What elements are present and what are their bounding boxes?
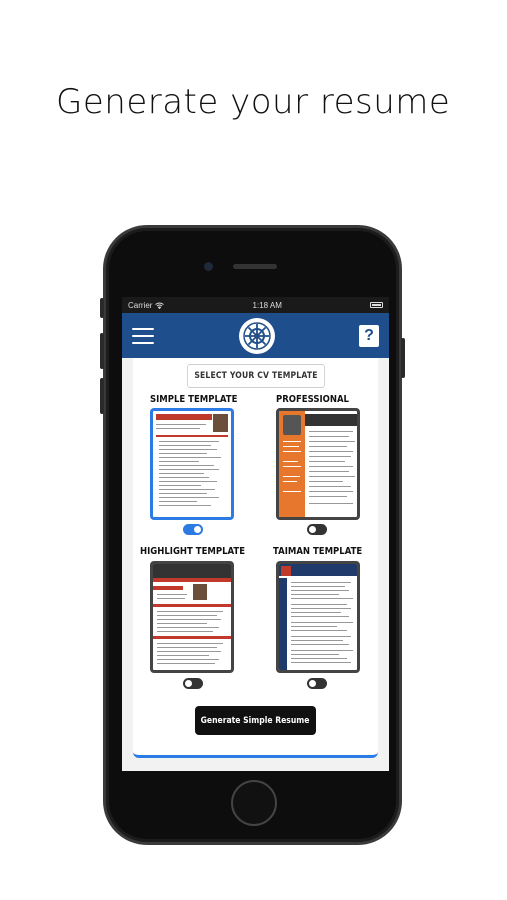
- volume-down-button: [100, 378, 104, 414]
- help-question-icon[interactable]: ?: [359, 324, 379, 347]
- headline: Generate your resume: [56, 82, 451, 122]
- generate-resume-button-label: Generate Simple Resume: [201, 715, 310, 726]
- template-selection-panel: SELECT YOUR CV TEMPLATE SIMPLE TEMPLATE: [133, 358, 378, 758]
- professional-template-label: PROFESSIONAL: [276, 394, 349, 405]
- taiman-template-label: TAIMAN TEMPLATE: [273, 546, 363, 557]
- home-button[interactable]: [231, 780, 277, 826]
- highlight-template-thumbnail[interactable]: [150, 561, 234, 673]
- simple-template-toggle[interactable]: [183, 524, 203, 535]
- select-cv-template-heading: SELECT YOUR CV TEMPLATE: [187, 364, 325, 388]
- simple-template-thumbnail[interactable]: [150, 408, 234, 520]
- nav-bar: ?: [122, 313, 389, 358]
- carrier-label: Carrier: [128, 300, 153, 310]
- generate-resume-button[interactable]: Generate Simple Resume: [195, 706, 316, 735]
- hamburger-menu-icon[interactable]: [132, 327, 154, 344]
- battery-icon: [370, 302, 383, 308]
- earpiece-speaker: [233, 264, 277, 269]
- simple-template-label: SIMPLE TEMPLATE: [150, 394, 238, 405]
- highlight-template-label: HIGHLIGHT TEMPLATE: [140, 546, 246, 557]
- front-camera: [204, 262, 213, 271]
- wifi-icon: [155, 302, 165, 309]
- taiman-template-toggle[interactable]: [307, 678, 327, 689]
- app-screen: Carrier 1:18 AM ? SELECT YOUR CV TEMPLAT…: [122, 297, 389, 771]
- phone-frame: Carrier 1:18 AM ? SELECT YOUR CV TEMPLAT…: [100, 225, 405, 845]
- status-time: 1:18 AM: [252, 300, 282, 310]
- power-button: [401, 338, 405, 378]
- mute-switch: [100, 298, 104, 318]
- taiman-template-thumbnail[interactable]: [276, 561, 360, 673]
- professional-template-toggle[interactable]: [307, 524, 327, 535]
- ship-wheel-logo: [238, 317, 275, 354]
- highlight-template-toggle[interactable]: [183, 678, 203, 689]
- status-bar: Carrier 1:18 AM: [122, 297, 389, 313]
- professional-template-thumbnail[interactable]: [276, 408, 360, 520]
- volume-up-button: [100, 333, 104, 369]
